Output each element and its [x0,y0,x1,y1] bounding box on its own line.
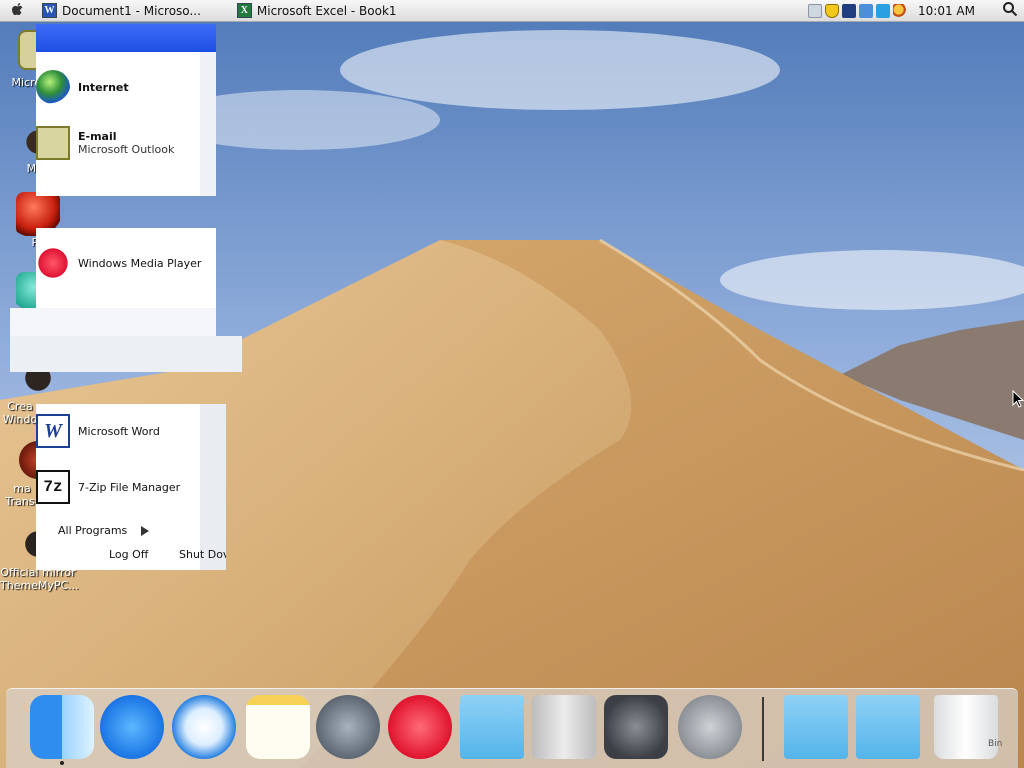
log-off-label: Log Off [109,548,149,561]
search-icon[interactable] [893,3,908,18]
apple-icon [10,1,26,20]
taskbar-label: Document1 - Microso... [62,3,201,18]
trash-label: Bin [988,739,1003,749]
chart-icon[interactable] [859,3,874,18]
launchpad-icon[interactable] [316,695,380,759]
start-menu-panel [10,336,242,372]
arrow-right-icon [141,525,150,536]
mac-pro-icon[interactable] [532,695,596,759]
system-preferences-icon[interactable] [604,695,668,759]
menu-item-label: Windows Media Player [78,256,202,270]
applications-folder-icon[interactable] [460,695,524,759]
network-icon[interactable] [842,3,857,18]
outlook-icon [36,126,70,160]
dock: Bin [6,688,1018,768]
desktop-icon-label: Crea Windo [2,400,38,426]
system-tray: 10:01 AM [808,0,1024,22]
start-menu-panel [200,404,226,570]
start-menu-panel [200,52,216,196]
monitor-icon[interactable] [876,3,891,18]
menu-item-label: Microsoft Word [78,424,160,438]
spotlight-search-icon[interactable] [1002,1,1018,20]
7zip-icon: 7z [36,470,70,504]
downloads-folder-icon[interactable] [856,695,920,759]
documents-folder-icon[interactable] [784,695,848,759]
notes-icon[interactable] [246,695,310,759]
menu-item-sublabel: Microsoft Outlook [78,143,175,156]
menu-item-email[interactable]: E-mail Microsoft Outlook [36,126,174,160]
clock: 10:01 AM [918,3,975,18]
menu-item-internet[interactable]: Internet [36,70,129,104]
menu-item-word[interactable]: W Microsoft Word [36,414,160,448]
top-taskbar: W Document1 - Microso... X Microsoft Exc… [0,0,1024,22]
mouse-cursor [1012,389,1024,411]
power-icon[interactable] [678,695,742,759]
music-icon[interactable] [388,695,452,759]
trash-icon[interactable] [934,695,998,759]
shield-icon[interactable] [825,3,840,18]
menu-item-label: Internet [78,80,129,94]
dock-separator [762,697,764,761]
taskbar-label: Microsoft Excel - Book1 [256,3,397,18]
start-menu-header [36,24,216,52]
music-note-icon [36,246,70,280]
taskbar-button-excel[interactable]: X Microsoft Excel - Book1 [231,0,403,22]
shut-down-button[interactable]: Shut Dov [179,548,226,561]
apple-menu-button[interactable] [0,0,36,22]
word-icon: W [36,414,70,448]
app-store-icon[interactable] [100,695,164,759]
taskbar-button-word[interactable]: W Document1 - Microso... [36,0,207,22]
menu-item-media-player[interactable]: Windows Media Player [36,246,201,280]
shut-down-label: Shut Dov [179,548,226,561]
running-indicator [60,761,64,765]
menu-item-7zip[interactable]: 7z 7-Zip File Manager [36,470,180,504]
keyboard-icon[interactable] [808,3,823,18]
all-programs-label: All Programs [58,524,128,537]
menu-item-label: 7-Zip File Manager [78,480,181,494]
safari-icon[interactable] [172,695,236,759]
excel-icon: X [236,3,252,18]
all-programs-button[interactable]: All Programs [58,524,150,537]
log-off-button[interactable]: Log Off [109,548,148,561]
start-menu-panel [10,308,216,336]
globe-icon [36,70,70,104]
menu-item-label: E-mail [78,130,117,143]
finder-icon[interactable] [30,695,94,759]
word-icon: W [42,3,57,18]
